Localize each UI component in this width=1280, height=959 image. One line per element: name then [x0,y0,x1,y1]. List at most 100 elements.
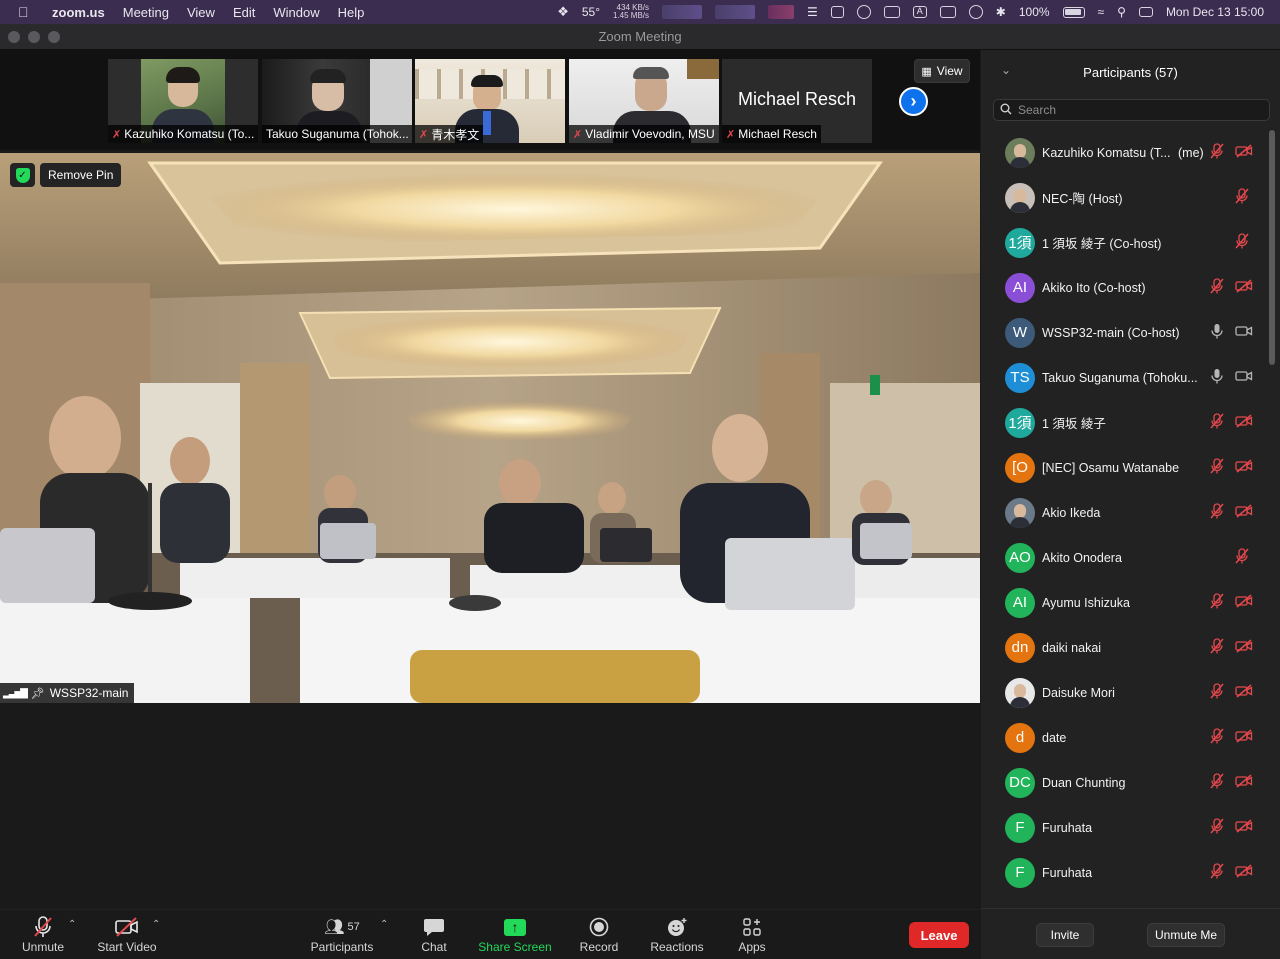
clock[interactable]: Mon Dec 13 15:00 [1166,5,1264,19]
camera-off-icon[interactable] [1235,639,1253,656]
zoom-window-button[interactable] [48,31,60,43]
participant-row[interactable]: 1須 1 須坂 綾子 (Co-host) [981,220,1267,265]
camera-off-icon[interactable] [1235,504,1253,521]
unmute-button[interactable]: Unmute [19,914,67,954]
participant-row[interactable]: AI Ayumu Ishizuka [981,580,1267,625]
next-page-button[interactable]: › [899,87,928,116]
video-tile[interactable]: Michael Resch ✗ Michael Resch [722,59,872,143]
participant-row[interactable]: 1須 1 須坂 綾子 [981,400,1267,445]
camera-off-icon[interactable] [1235,594,1253,611]
camera-off-icon[interactable] [1235,819,1253,836]
participant-row[interactable]: W WSSP32-main (Co-host) [981,310,1267,355]
participants-scrollbar[interactable] [1269,130,1275,365]
mic-muted-icon[interactable] [1209,278,1225,297]
camera-icon[interactable] [1235,369,1253,386]
menu-edit[interactable]: Edit [233,5,255,20]
mic-muted-icon[interactable] [1209,143,1225,162]
audio-options-caret-icon[interactable]: ⌃ [68,919,76,930]
control-center-icon[interactable] [1138,7,1153,17]
view-button[interactable]: ▦ View [914,59,970,83]
display-icon[interactable] [883,6,900,18]
mic-muted-icon[interactable] [1234,548,1250,567]
mic-muted-icon[interactable] [1209,863,1225,882]
battery-icon[interactable] [1062,6,1085,18]
camera-off-icon[interactable] [1235,864,1253,881]
chevron-down-icon[interactable]: ⌄ [1001,63,1011,77]
mic-muted-icon[interactable] [1209,638,1225,657]
mic-muted-icon[interactable] [1209,503,1225,522]
apple-icon[interactable]:  [18,4,38,20]
apps-button[interactable]: Apps [736,914,768,954]
video-tile[interactable]: ✗ Kazuhiko Komatsu (To... [108,59,258,143]
participant-row[interactable]: NEC-陶 (Host) [981,175,1267,220]
remove-pin-button[interactable]: Remove Pin [40,163,122,187]
participant-row[interactable]: F Furuhata [981,805,1267,850]
minimize-window-button[interactable] [28,31,40,43]
mic-muted-icon[interactable] [1209,728,1225,747]
invite-button[interactable]: Invite [1036,923,1094,947]
video-tile[interactable]: Takuo Suganuma (Tohok... [262,59,412,143]
mic-muted-icon[interactable] [1209,773,1225,792]
unmute-me-button[interactable]: Unmute Me [1147,923,1225,947]
camera-off-icon[interactable] [1235,279,1253,296]
video-options-caret-icon[interactable]: ⌃ [152,919,160,930]
input-source-icon[interactable]: A [912,6,927,18]
start-video-button[interactable]: Start Video [95,914,159,954]
shield-check-icon[interactable]: ✓ [10,163,35,187]
camera-off-icon[interactable] [1235,774,1253,791]
mic-muted-icon[interactable] [1234,233,1250,252]
chat-button[interactable]: Chat [414,914,454,954]
participant-row[interactable]: Kazuhiko Komatsu (T... (me) [981,130,1267,175]
participant-row[interactable]: dn daiki nakai [981,625,1267,670]
vpn-icon[interactable] [856,5,871,19]
share-screen-button[interactable]: ↑ Share Screen [478,914,552,954]
mic-icon[interactable] [1209,368,1225,387]
participant-row[interactable]: Akio Ikeda [981,490,1267,535]
video-tile[interactable]: ✗ Vladimir Voevodin, MSU [569,59,719,143]
participant-row[interactable]: [O [NEC] Osamu Watanabe [981,445,1267,490]
video-tile[interactable]: ✗ 青木孝文 [415,59,565,143]
menu-view[interactable]: View [187,5,215,20]
mic-muted-icon[interactable] [1209,593,1225,612]
window-manager-icon[interactable] [830,6,844,18]
mic-muted-icon[interactable] [1209,458,1225,477]
menu-window[interactable]: Window [273,5,319,20]
participant-row[interactable]: AI Akiko Ito (Co-host) [981,265,1267,310]
menu-app[interactable]: zoom.us [52,5,105,20]
wifi-status-icon[interactable]: ☰ [807,5,818,19]
bluetooth-icon[interactable]: ✱ [996,5,1006,19]
participant-row[interactable]: d date [981,715,1267,760]
close-window-button[interactable] [8,31,20,43]
time-machine-icon[interactable] [968,5,983,19]
mic-muted-icon[interactable] [1209,818,1225,837]
menu-help[interactable]: Help [338,5,365,20]
camera-icon[interactable] [1235,324,1253,341]
record-button[interactable]: Record [577,914,621,954]
leave-button[interactable]: Leave [909,922,969,948]
participant-row[interactable]: Daisuke Mori [981,670,1267,715]
participant-row[interactable]: TS Takuo Suganuma (Tohoku... [981,355,1267,400]
participant-row[interactable]: AO Akito Onodera [981,535,1267,580]
camera-off-icon[interactable] [1235,459,1253,476]
participants-button[interactable]: 👥︎ 57 Participants [306,914,378,954]
mic-muted-icon[interactable] [1234,188,1250,207]
participant-row[interactable]: DC Duan Chunting [981,760,1267,805]
camera-off-icon[interactable] [1235,684,1253,701]
mic-muted-icon[interactable] [1209,683,1225,702]
camera-off-icon[interactable] [1235,144,1253,161]
spotlight-icon[interactable]: ⚲ [1117,5,1126,19]
reactions-button[interactable]: Reactions [648,914,706,954]
search-box[interactable]: Search [993,99,1270,121]
mic-icon[interactable] [1209,323,1225,342]
keyboard-icon[interactable] [939,6,956,18]
mic-muted-icon[interactable] [1209,413,1225,432]
wifi-icon[interactable]: ≈ [1098,5,1105,19]
search-input[interactable]: Search [1018,103,1056,117]
participant-row[interactable]: F Furuhata [981,850,1267,895]
main-video[interactable]: ✓ Remove Pin ▂▃▅▇ 📌︎ WSSP32-main [0,153,980,703]
camera-off-icon[interactable] [1235,414,1253,431]
camera-off-icon[interactable] [1235,729,1253,746]
menu-meeting[interactable]: Meeting [123,5,169,20]
dropbox-icon[interactable]: ❖ [557,4,569,20]
participants-options-caret-icon[interactable]: ⌃ [380,919,388,930]
